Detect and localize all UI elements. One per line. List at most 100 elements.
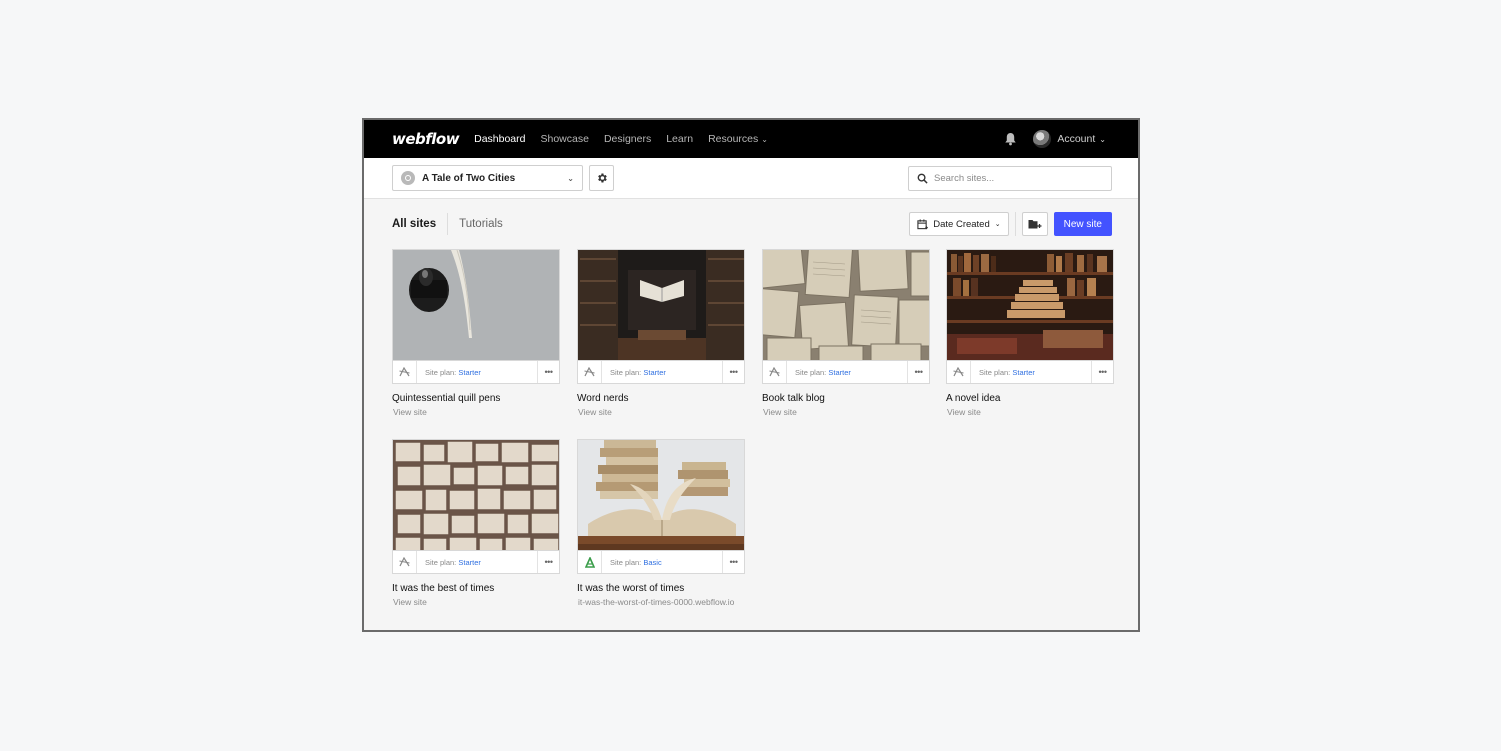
- site-icon: [401, 171, 415, 185]
- starter-plan-icon: [393, 551, 417, 573]
- app-window: webflow Dashboard Showcase Designers Lea…: [362, 118, 1140, 632]
- site-thumbnail[interactable]: [946, 249, 1114, 361]
- site-plan-prefix: Site plan:: [425, 367, 457, 377]
- view-site-link[interactable]: View site: [392, 597, 562, 607]
- more-options-button[interactable]: •••: [907, 361, 929, 383]
- site-plan: Site plan: Starter: [417, 558, 537, 567]
- bell-icon[interactable]: [1003, 132, 1017, 146]
- site-card: Site plan: Starter ••• Book talk blog Vi…: [762, 249, 930, 417]
- new-site-button[interactable]: New site: [1053, 212, 1112, 236]
- site-plan-link[interactable]: Basic: [643, 558, 661, 567]
- view-site-link[interactable]: View site: [946, 407, 1116, 417]
- more-options-button[interactable]: •••: [1091, 361, 1113, 383]
- site-card: Site plan: Starter ••• It was the best o…: [392, 439, 560, 607]
- site-thumbnail[interactable]: [577, 439, 745, 551]
- chevron-down-icon: ⌄: [1099, 135, 1106, 144]
- open-books-image: [763, 250, 929, 360]
- sort-label: Date Created: [933, 218, 990, 230]
- bookshelf-image: [947, 250, 1113, 360]
- site-selector-label: A Tale of Two Cities: [422, 172, 516, 184]
- chevron-down-icon: ⌄: [761, 135, 768, 144]
- webflow-logo[interactable]: webflow: [392, 130, 460, 148]
- chevron-down-icon: ⌄: [994, 221, 1001, 228]
- nav-resources-label: Resources: [708, 133, 759, 145]
- more-options-button[interactable]: •••: [537, 551, 559, 573]
- starter-plan-icon: [763, 361, 787, 383]
- tab-tutorials[interactable]: Tutorials: [459, 218, 503, 230]
- site-title[interactable]: It was the worst of times: [577, 583, 745, 594]
- site-plan: Site plan: Starter: [971, 368, 1091, 377]
- account-label: Account: [1057, 133, 1096, 145]
- site-card: Site plan: Basic ••• It was the worst of…: [577, 439, 745, 607]
- folder-plus-icon: [1028, 219, 1042, 228]
- starter-plan-icon: [393, 361, 417, 383]
- site-thumbnail[interactable]: [762, 249, 930, 361]
- site-subbar: A Tale of Two Cities ⌄: [364, 158, 1138, 199]
- site-card: Site plan: Starter ••• A novel idea View…: [946, 249, 1114, 417]
- gear-icon: [597, 173, 607, 183]
- site-plan-prefix: Site plan:: [795, 367, 827, 377]
- site-plan-link[interactable]: Starter: [458, 368, 481, 377]
- more-options-button[interactable]: •••: [722, 361, 744, 383]
- site-card-bar: Site plan: Starter •••: [392, 551, 560, 574]
- site-plan-link[interactable]: Starter: [643, 368, 666, 377]
- site-selector[interactable]: A Tale of Two Cities ⌄: [392, 165, 583, 191]
- quill-pen-image: [393, 250, 559, 360]
- basic-plan-icon: [578, 551, 602, 573]
- search-input[interactable]: [934, 172, 1094, 184]
- sort-dropdown[interactable]: Date Created ⌄: [909, 212, 1009, 236]
- site-plan-prefix: Site plan:: [979, 367, 1011, 377]
- chevron-down-icon: ⌄: [567, 173, 574, 183]
- site-url-link[interactable]: it-was-the-worst-of-times-0000.webflow.i…: [577, 597, 747, 607]
- more-options-button[interactable]: •••: [722, 551, 744, 573]
- site-plan-prefix: Site plan:: [425, 557, 457, 567]
- site-title[interactable]: It was the best of times: [392, 583, 560, 594]
- stacked-books-image: [578, 440, 744, 550]
- starter-plan-icon: [947, 361, 971, 383]
- site-plan-link[interactable]: Starter: [828, 368, 851, 377]
- site-card-bar: Site plan: Starter •••: [946, 361, 1114, 384]
- site-card-bar: Site plan: Basic •••: [577, 551, 745, 574]
- new-folder-button[interactable]: [1021, 212, 1048, 236]
- avatar[interactable]: [1033, 130, 1052, 148]
- site-card-bar: Site plan: Starter •••: [577, 361, 745, 384]
- site-plan-link[interactable]: Starter: [458, 558, 481, 567]
- site-plan: Site plan: Starter: [602, 368, 722, 377]
- nav-showcase[interactable]: Showcase: [540, 133, 588, 145]
- site-title[interactable]: Book talk blog: [762, 393, 930, 404]
- site-plan: Site plan: Starter: [417, 368, 537, 377]
- nav-right: Account ⌄: [1003, 130, 1138, 148]
- search-box[interactable]: [908, 165, 1112, 191]
- nav-resources[interactable]: Resources ⌄: [708, 133, 768, 145]
- site-plan-link[interactable]: Starter: [1012, 368, 1035, 377]
- tab-all-sites[interactable]: All sites: [392, 213, 449, 235]
- view-site-link[interactable]: View site: [577, 407, 747, 417]
- site-card: Site plan: Starter ••• Word nerds View s…: [577, 249, 745, 417]
- site-title[interactable]: A novel idea: [946, 393, 1114, 404]
- view-site-link[interactable]: View site: [392, 407, 562, 417]
- starter-plan-icon: [578, 361, 602, 383]
- top-nav: webflow Dashboard Showcase Designers Lea…: [364, 120, 1138, 158]
- site-card: Site plan: Starter ••• Quintessential qu…: [392, 249, 560, 417]
- site-plan-prefix: Site plan:: [610, 557, 642, 567]
- site-thumbnail[interactable]: [577, 249, 745, 361]
- site-thumbnail[interactable]: [392, 249, 560, 361]
- view-site-link[interactable]: View site: [762, 407, 932, 417]
- site-title[interactable]: Word nerds: [577, 393, 745, 404]
- site-plan: Site plan: Basic: [602, 558, 722, 567]
- library-book-image: [578, 250, 744, 360]
- site-title[interactable]: Quintessential quill pens: [392, 393, 560, 404]
- nav-designers[interactable]: Designers: [604, 133, 651, 145]
- settings-button[interactable]: [589, 165, 614, 191]
- more-options-button[interactable]: •••: [537, 361, 559, 383]
- site-plan: Site plan: Starter: [787, 368, 907, 377]
- nav-learn[interactable]: Learn: [666, 133, 693, 145]
- nav-dashboard[interactable]: Dashboard: [474, 133, 525, 145]
- site-card-bar: Site plan: Starter •••: [392, 361, 560, 384]
- site-plan-prefix: Site plan:: [610, 367, 642, 377]
- calendar-icon: [917, 218, 929, 229]
- site-thumbnail[interactable]: [392, 439, 560, 551]
- toolbar-actions: Date Created ⌄ New site: [909, 212, 1112, 236]
- account-menu[interactable]: Account ⌄: [1057, 133, 1106, 145]
- search-icon: [917, 173, 928, 184]
